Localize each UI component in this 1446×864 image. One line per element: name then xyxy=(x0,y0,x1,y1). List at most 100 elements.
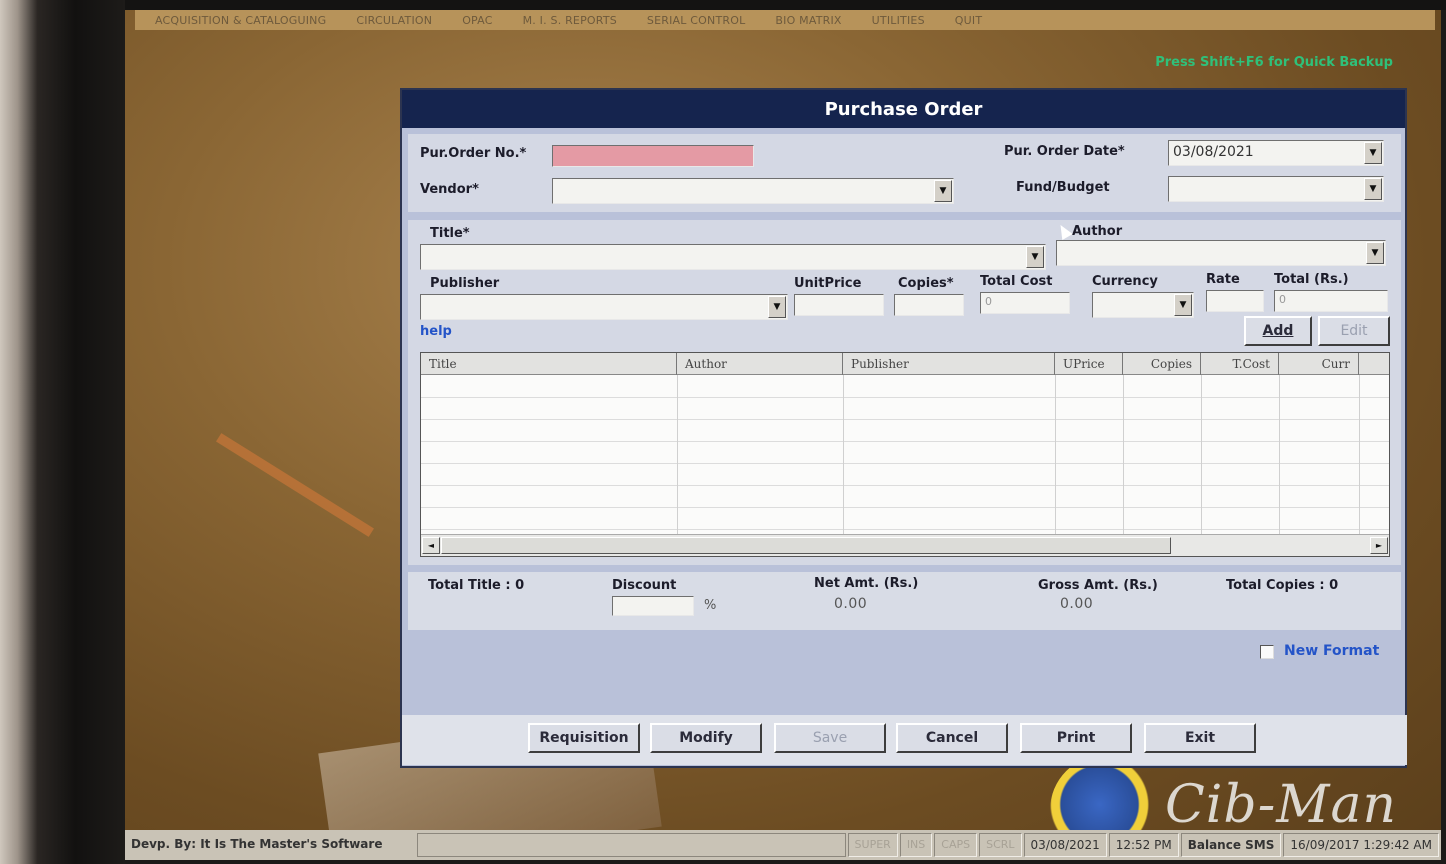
save-button-label: Save xyxy=(812,730,848,746)
po-number-input[interactable] xyxy=(552,145,754,167)
edit-button[interactable]: Edit xyxy=(1318,316,1390,346)
chevron-down-icon[interactable]: ▼ xyxy=(1366,242,1384,264)
chevron-down-icon[interactable]: ▼ xyxy=(1174,294,1192,316)
scroll-right-icon[interactable]: ► xyxy=(1370,537,1388,554)
currency-select[interactable]: ▼ xyxy=(1092,292,1194,318)
status-time: 12:52 PM xyxy=(1108,833,1179,857)
net-amount-label: Net Amt. (Rs.) xyxy=(814,576,919,591)
chevron-down-icon[interactable]: ▼ xyxy=(1026,246,1044,268)
table-divider xyxy=(843,375,844,535)
chevron-down-icon[interactable]: ▼ xyxy=(768,296,786,318)
total-rs-input: 0 xyxy=(1274,290,1388,312)
save-button[interactable]: Save xyxy=(774,723,886,753)
author-select[interactable]: ▼ xyxy=(1056,240,1386,266)
column-author[interactable]: Author xyxy=(677,353,843,375)
new-format-checkbox[interactable] xyxy=(1260,645,1274,659)
print-button[interactable]: Print xyxy=(1020,723,1132,753)
modify-button-label: Modify xyxy=(679,730,733,746)
discount-label: Discount xyxy=(612,578,677,593)
scroll-left-icon[interactable]: ◄ xyxy=(422,537,440,554)
title-label: Title* xyxy=(430,226,470,241)
requisition-button[interactable]: Requisition xyxy=(528,723,640,753)
menu-quit[interactable]: QUIT xyxy=(955,14,982,27)
pencil-decoration xyxy=(216,433,374,537)
summary-panel: Total Title : 0 Discount % Net Amt. (Rs.… xyxy=(408,572,1401,630)
exit-button-label: Exit xyxy=(1184,730,1216,746)
po-number-label: Pur.Order No.* xyxy=(420,146,527,161)
unit-price-input[interactable] xyxy=(794,294,884,316)
author-label: Author xyxy=(1072,224,1123,239)
add-button[interactable]: Add xyxy=(1244,316,1312,346)
net-amount-value: 0.00 xyxy=(834,596,868,612)
rate-label: Rate xyxy=(1206,272,1240,287)
table-row xyxy=(421,397,1389,398)
publisher-select[interactable]: ▼ xyxy=(420,294,788,320)
menu-utilities[interactable]: UTILITIES xyxy=(872,14,925,27)
column-curr[interactable]: Curr xyxy=(1279,353,1359,375)
menu-bio-matrix[interactable]: BIO MATRIX xyxy=(775,14,841,27)
table-divider xyxy=(1359,375,1360,535)
menu-serial-control[interactable]: SERIAL CONTROL xyxy=(647,14,746,27)
table-divider xyxy=(677,375,678,535)
table-header: Title Author Publisher UPrice Copies T.C… xyxy=(421,353,1389,375)
table-row xyxy=(421,441,1389,442)
publisher-label: Publisher xyxy=(430,276,500,291)
status-bar: Devp. By: It Is The Master's Software SU… xyxy=(125,830,1441,860)
mouse-cursor-icon xyxy=(1055,221,1073,241)
cancel-button-label: Cancel xyxy=(925,730,979,746)
ins-indicator: INS xyxy=(899,833,933,857)
vendor-label: Vendor* xyxy=(420,182,479,197)
title-select[interactable]: ▼ xyxy=(420,244,1046,270)
fund-budget-select[interactable]: ▼ xyxy=(1168,176,1384,202)
column-uprice[interactable]: UPrice xyxy=(1055,353,1123,375)
column-copies[interactable]: Copies xyxy=(1123,353,1201,375)
modify-button[interactable]: Modify xyxy=(650,723,762,753)
menu-circulation[interactable]: CIRCULATION xyxy=(356,14,432,27)
add-button-label: Add xyxy=(1262,323,1294,339)
gross-amount-label: Gross Amt. (Rs.) xyxy=(1038,578,1158,593)
monitor-bezel-left xyxy=(0,0,125,864)
total-cost-label: Total Cost xyxy=(980,274,1053,289)
column-title[interactable]: Title xyxy=(421,353,677,375)
discount-input[interactable] xyxy=(612,596,694,616)
total-title-count: Total Title : 0 xyxy=(428,578,525,593)
print-button-label: Print xyxy=(1056,730,1096,746)
menu-mis-reports[interactable]: M. I. S. REPORTS xyxy=(523,14,617,27)
scrollbar-thumb[interactable] xyxy=(441,537,1171,554)
table-row xyxy=(421,507,1389,508)
action-bar: Requisition Modify Save Cancel Print Exi… xyxy=(402,715,1407,765)
column-publisher[interactable]: Publisher xyxy=(843,353,1055,375)
help-link[interactable]: help xyxy=(420,324,452,339)
order-items-table[interactable]: Title Author Publisher UPrice Copies T.C… xyxy=(420,352,1390,557)
table-row xyxy=(421,485,1389,486)
po-date-select[interactable]: 03/08/2021 ▼ xyxy=(1168,140,1384,166)
chevron-down-icon[interactable]: ▼ xyxy=(1364,142,1382,164)
gross-amount-value: 0.00 xyxy=(1060,596,1094,612)
chevron-down-icon[interactable]: ▼ xyxy=(934,180,952,202)
scrl-indicator: SCRL xyxy=(979,833,1022,857)
new-format-label[interactable]: New Format xyxy=(1284,643,1379,659)
chevron-down-icon[interactable]: ▼ xyxy=(1364,178,1382,200)
menu-opac[interactable]: OPAC xyxy=(462,14,492,27)
menu-acquisition[interactable]: ACQUISITION & CATALOGUING xyxy=(155,14,326,27)
cancel-button[interactable]: Cancel xyxy=(896,723,1008,753)
desktop-screen: ACQUISITION & CATALOGUING CIRCULATION OP… xyxy=(125,10,1441,860)
column-tcost[interactable]: T.Cost xyxy=(1201,353,1279,375)
status-date: 03/08/2021 xyxy=(1023,833,1107,857)
rate-input[interactable] xyxy=(1206,290,1264,312)
table-row xyxy=(421,419,1389,420)
table-divider xyxy=(1279,375,1280,535)
table-row xyxy=(421,529,1389,530)
copies-input[interactable] xyxy=(894,294,964,316)
window-title: Purchase Order xyxy=(824,98,983,120)
percent-sign: % xyxy=(704,598,717,613)
total-copies-count: Total Copies : 0 xyxy=(1226,578,1339,593)
balance-sms[interactable]: Balance SMS xyxy=(1180,833,1282,857)
vendor-select[interactable]: ▼ xyxy=(552,178,954,204)
status-spacer xyxy=(417,833,846,857)
window-titlebar: Purchase Order xyxy=(402,90,1405,128)
exit-button[interactable]: Exit xyxy=(1144,723,1256,753)
status-datetime: 16/09/2017 1:29:42 AM xyxy=(1283,833,1439,857)
horizontal-scrollbar[interactable]: ◄ ► xyxy=(421,534,1389,556)
developer-credit: Devp. By: It Is The Master's Software xyxy=(131,837,383,851)
